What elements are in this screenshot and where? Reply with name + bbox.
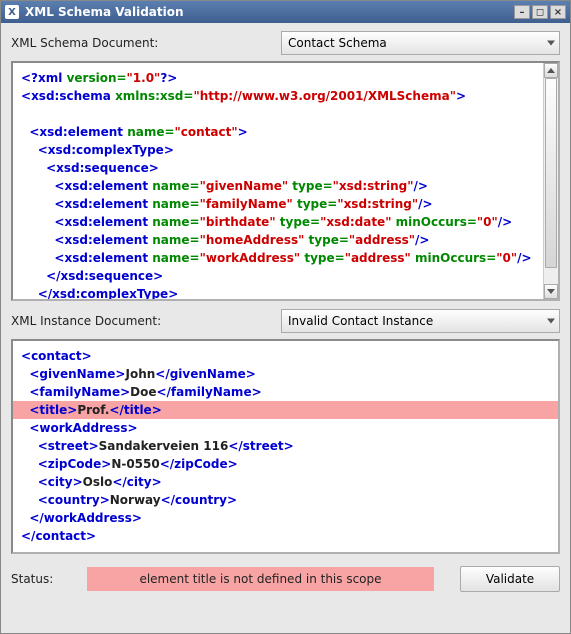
status-message: element title is not defined in this sco… bbox=[87, 567, 434, 591]
instance-label: XML Instance Document: bbox=[11, 314, 281, 328]
chevron-up-icon bbox=[547, 68, 555, 73]
schema-combo-value: Contact Schema bbox=[288, 36, 387, 50]
footer: Status: element title is not defined in … bbox=[11, 566, 560, 592]
close-button[interactable]: × bbox=[550, 5, 566, 19]
schema-label: XML Schema Document: bbox=[11, 36, 281, 50]
maximize-button[interactable]: ◻ bbox=[532, 5, 548, 19]
content-area: XML Schema Document: Contact Schema <?xm… bbox=[1, 23, 570, 602]
instance-combo-value: Invalid Contact Instance bbox=[288, 314, 433, 328]
scroll-up-button[interactable] bbox=[544, 63, 558, 78]
scroll-down-button[interactable] bbox=[544, 284, 558, 299]
status-label: Status: bbox=[11, 572, 61, 586]
validate-button[interactable]: Validate bbox=[460, 566, 560, 592]
app-icon: X bbox=[5, 5, 19, 19]
schema-code[interactable]: <?xml version="1.0"?> <xsd:schema xmlns:… bbox=[13, 63, 558, 301]
instance-code[interactable]: <contact> <givenName>John</givenName> <f… bbox=[13, 341, 558, 551]
chevron-down-icon bbox=[547, 289, 555, 294]
instance-row: XML Instance Document: Invalid Contact I… bbox=[11, 309, 560, 333]
instance-combo[interactable]: Invalid Contact Instance bbox=[281, 309, 560, 333]
scrollbar-thumb[interactable] bbox=[545, 78, 557, 268]
schema-row: XML Schema Document: Contact Schema bbox=[11, 31, 560, 55]
schema-scrollbar[interactable] bbox=[543, 63, 558, 299]
window-title: XML Schema Validation bbox=[25, 5, 184, 19]
instance-code-panel[interactable]: <contact> <givenName>John</givenName> <f… bbox=[11, 339, 560, 554]
validate-button-label: Validate bbox=[486, 572, 534, 586]
titlebar[interactable]: X XML Schema Validation – ◻ × bbox=[1, 1, 570, 23]
chevron-down-icon bbox=[547, 41, 555, 46]
schema-combo[interactable]: Contact Schema bbox=[281, 31, 560, 55]
chevron-down-icon bbox=[547, 319, 555, 324]
schema-code-panel[interactable]: <?xml version="1.0"?> <xsd:schema xmlns:… bbox=[11, 61, 560, 301]
app-window: X XML Schema Validation – ◻ × XML Schema… bbox=[0, 0, 571, 634]
minimize-button[interactable]: – bbox=[514, 5, 530, 19]
